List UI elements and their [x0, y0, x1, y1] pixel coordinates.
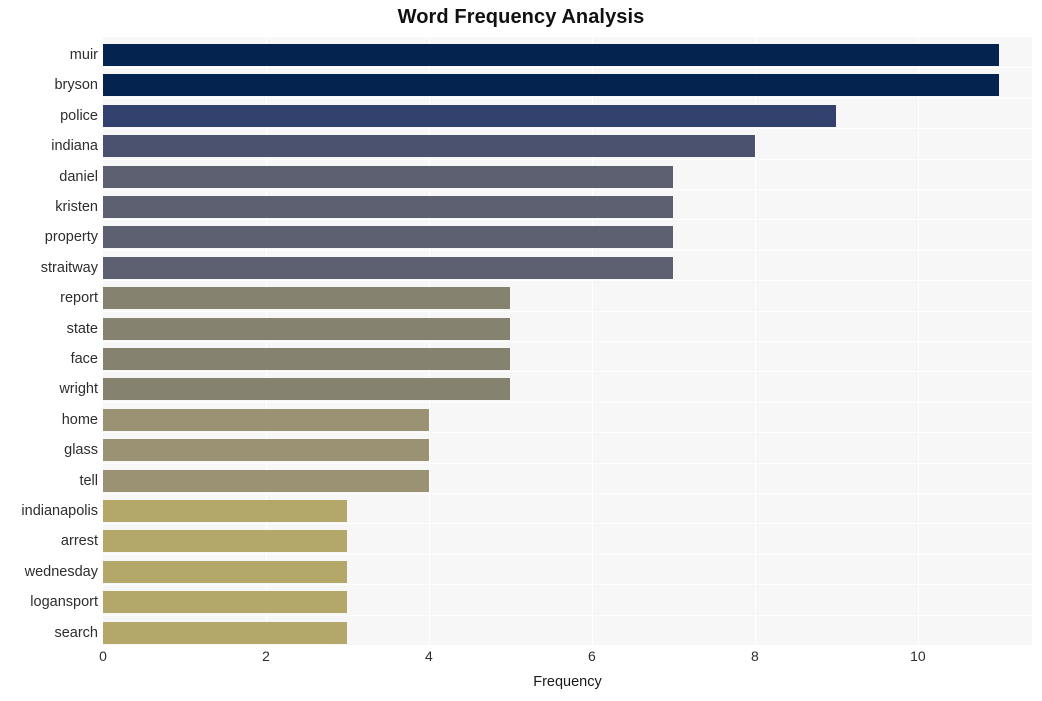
bar-group [103, 523, 1032, 553]
bar-group [103, 341, 1032, 371]
x-axis-tick-group: 0 2 4 6 8 10 [99, 648, 1032, 670]
y-axis-tick-label: wednesday [24, 563, 98, 580]
bar-group [103, 554, 1032, 584]
bar-group [103, 67, 1032, 97]
bar[interactable] [103, 256, 674, 279]
bar[interactable] [103, 439, 429, 462]
bar[interactable] [103, 165, 674, 188]
x-axis-tick-label: 8 [751, 648, 759, 664]
y-axis-tick-label: muir [69, 47, 98, 63]
y-axis-tick-label: logansport [30, 594, 98, 611]
bar-group [103, 219, 1032, 249]
bar-group [103, 584, 1032, 614]
y-axis-tick-label: straitway [40, 259, 98, 276]
y-axis-tick-label: bryson [54, 77, 98, 94]
x-axis-tick-label: 4 [425, 648, 433, 664]
bar[interactable] [103, 317, 511, 340]
bar[interactable] [103, 135, 755, 158]
y-axis-tick-label: home [61, 411, 98, 428]
y-axis-tick-label: wright [59, 381, 98, 398]
bar-group [103, 463, 1032, 493]
bar-group [103, 159, 1032, 189]
y-axis-tick-label: tell [79, 472, 98, 489]
plot-area [103, 37, 1032, 645]
y-axis-tick-label: arrest [60, 533, 98, 550]
y-axis-label-group: muir bryson police indiana daniel kristen prop… [0, 37, 98, 645]
y-axis-tick-label: state [66, 320, 98, 337]
x-axis-tick-label: 0 [99, 648, 107, 664]
word-frequency-chart: Word Frequency Analysis muir bryson police… [0, 0, 1042, 701]
bar[interactable] [103, 378, 511, 401]
bar[interactable] [103, 44, 1000, 66]
y-axis-tick-label: face [70, 351, 98, 367]
bar-group [103, 432, 1032, 462]
bar[interactable] [103, 469, 429, 492]
y-axis-tick-label: glass [64, 442, 98, 459]
x-axis-tick-label: 10 [910, 648, 926, 664]
y-axis-tick-label: property [44, 229, 98, 246]
bar-group [103, 615, 1032, 645]
bar[interactable] [103, 74, 1000, 97]
bar[interactable] [103, 104, 837, 127]
bar[interactable] [103, 348, 511, 370]
bar-group [103, 37, 1032, 67]
bar[interactable] [103, 226, 674, 249]
bar-group [103, 280, 1032, 310]
bar[interactable] [103, 408, 429, 431]
bar-group [103, 493, 1032, 523]
bar[interactable] [103, 591, 348, 614]
y-axis-tick-label: indianapolis [21, 503, 98, 519]
y-axis-tick-label: search [54, 624, 98, 641]
x-axis-tick-label: 6 [588, 648, 596, 664]
page-title: Word Frequency Analysis [397, 6, 645, 28]
bar-group [103, 98, 1032, 128]
bar[interactable] [103, 196, 674, 218]
bar[interactable] [103, 500, 348, 522]
x-axis-tick-label: 2 [262, 648, 270, 664]
bar-group [103, 371, 1032, 401]
bar[interactable] [103, 560, 348, 583]
bar[interactable] [103, 530, 348, 553]
bar[interactable] [103, 287, 511, 310]
bar[interactable] [103, 621, 348, 644]
y-axis-tick-label: indiana [51, 138, 98, 155]
y-axis-tick-label: kristen [55, 199, 98, 215]
y-axis-tick-label: police [60, 107, 98, 124]
bar-group [103, 189, 1032, 219]
bar-group [103, 250, 1032, 280]
bar-group [103, 402, 1032, 432]
bar-group [103, 128, 1032, 158]
y-axis-tick-label: report [60, 290, 98, 307]
bar-group [103, 311, 1032, 341]
x-axis-title: Frequency [533, 674, 602, 690]
y-axis-tick-label: daniel [59, 168, 98, 185]
